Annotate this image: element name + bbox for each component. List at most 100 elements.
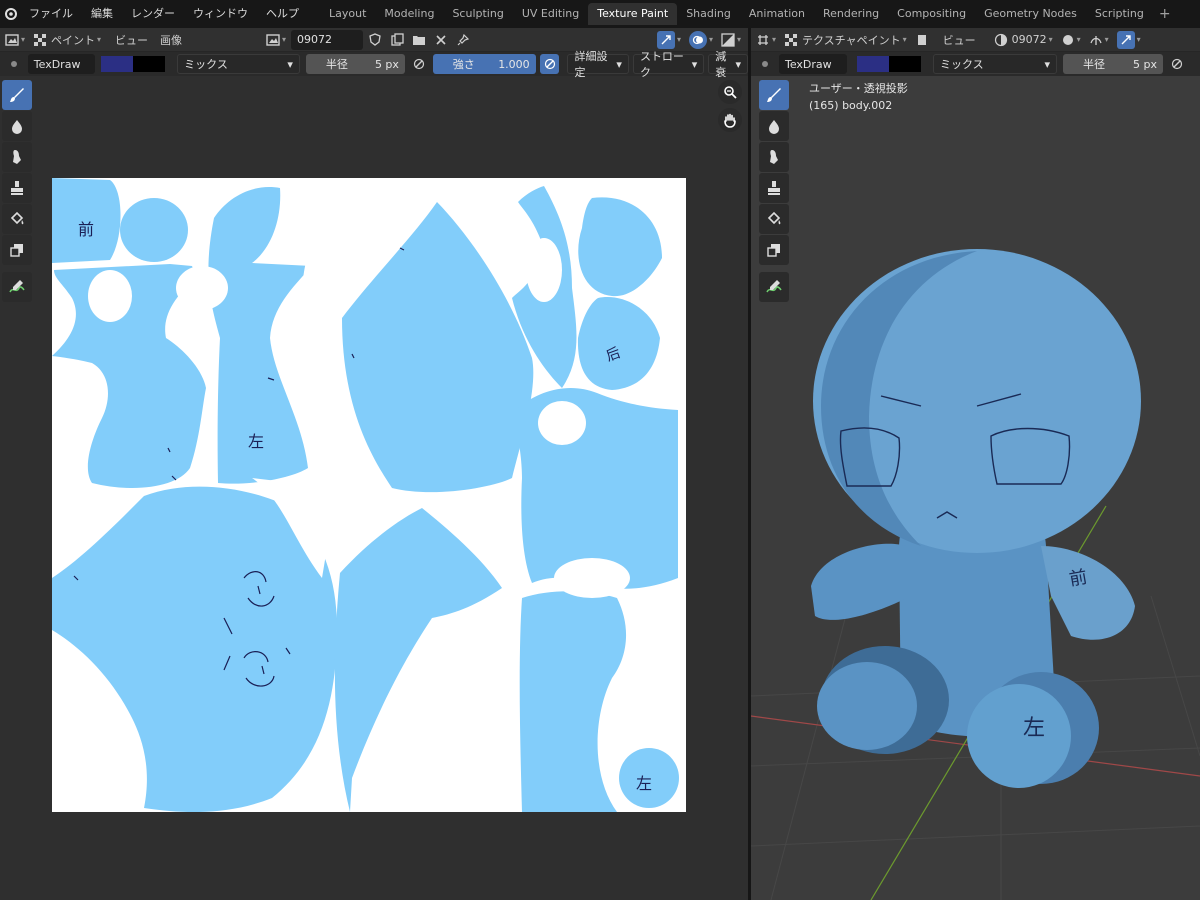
- symmetry-dropdown[interactable]: ▾: [1086, 30, 1112, 50]
- tool-clone[interactable]: [759, 173, 789, 203]
- chevron-down-icon: ▾: [772, 35, 777, 44]
- secondary-color-swatch[interactable]: [133, 56, 166, 72]
- duplicate-image-icon[interactable]: [387, 30, 407, 50]
- radius-pressure-icon[interactable]: [409, 54, 429, 74]
- soften-drop-icon: [769, 120, 779, 134]
- pan-button[interactable]: [718, 108, 742, 132]
- canvas-square-icon[interactable]: [912, 30, 932, 50]
- tool-soften[interactable]: [759, 111, 789, 141]
- tool-annotate[interactable]: [2, 272, 32, 302]
- fake-user-shield-icon[interactable]: [365, 30, 385, 50]
- tab-modeling[interactable]: Modeling: [375, 3, 443, 25]
- advanced-dropdown[interactable]: 詳細設定 ▾: [567, 50, 629, 79]
- menu-image[interactable]: 画像: [157, 30, 185, 50]
- clone-stamp-icon: [768, 181, 780, 195]
- tool-fill[interactable]: [759, 204, 789, 234]
- tool-smear[interactable]: [759, 142, 789, 172]
- texture-slot-dropdown[interactable]: 09072 ▾: [991, 30, 1056, 50]
- overlay-toggle[interactable]: ▾: [686, 30, 716, 50]
- tab-compositing[interactable]: Compositing: [888, 3, 975, 25]
- symmetry-icon: [1090, 35, 1102, 45]
- menu-help[interactable]: ヘルプ: [257, 0, 308, 28]
- tab-rendering[interactable]: Rendering: [814, 3, 888, 25]
- menu-edit[interactable]: 編集: [82, 0, 122, 28]
- tab-geometry-nodes[interactable]: Geometry Nodes: [975, 3, 1086, 25]
- tool-soften[interactable]: [2, 111, 32, 141]
- menu-view[interactable]: ビュー: [112, 30, 151, 50]
- open-folder-icon[interactable]: [409, 30, 429, 50]
- active-object-label: (165) body.002: [809, 99, 893, 112]
- mode-dropdown[interactable]: ペイント ▾: [30, 30, 104, 50]
- pin-icon[interactable]: [453, 30, 473, 50]
- tool-draw[interactable]: [2, 80, 32, 110]
- texture-slot-name: 09072: [1011, 33, 1047, 46]
- texture-canvas[interactable]: 前 左 后 左: [52, 178, 686, 812]
- tab-texture-paint[interactable]: Texture Paint: [588, 3, 678, 25]
- tab-layout[interactable]: Layout: [320, 3, 375, 25]
- stroke-dropdown[interactable]: ストローク ▾: [632, 50, 705, 79]
- radius-slider[interactable]: 半径 5 px: [1063, 54, 1163, 74]
- blend-mode-dropdown[interactable]: ミックス ▾: [177, 54, 300, 74]
- display-channels-dropdown[interactable]: ▾: [718, 30, 744, 50]
- add-workspace-button[interactable]: +: [1153, 6, 1177, 22]
- strength-slider[interactable]: 強さ 1.000: [432, 54, 536, 74]
- chevron-down-icon: ▾: [1104, 35, 1109, 44]
- brush-settings-icon[interactable]: [4, 54, 24, 74]
- menu-render[interactable]: レンダー: [122, 0, 184, 28]
- tab-uv-editing[interactable]: UV Editing: [513, 3, 588, 25]
- unlink-close-icon[interactable]: [431, 30, 451, 50]
- chevron-down-icon: ▾: [1044, 57, 1050, 71]
- shading-dropdown[interactable]: ▾: [1058, 30, 1084, 50]
- image-name-field[interactable]: 09072: [291, 29, 364, 50]
- blend-mode-dropdown[interactable]: ミックス ▾: [933, 54, 1057, 74]
- primary-color-swatch[interactable]: [101, 56, 134, 72]
- falloff-dropdown[interactable]: 減衰 ▾: [708, 50, 748, 79]
- tool-draw[interactable]: [759, 80, 789, 110]
- gizmo-toggle[interactable]: ▾: [654, 30, 684, 50]
- menu-file[interactable]: ファイル: [20, 0, 82, 28]
- tool-clone[interactable]: [2, 173, 32, 203]
- blender-logo-icon[interactable]: [2, 5, 20, 23]
- tool-annotate[interactable]: [759, 272, 789, 302]
- radius-pressure-icon[interactable]: [1167, 54, 1187, 74]
- color-swatches: [857, 56, 921, 72]
- mode-label: テクスチャペイント: [802, 33, 901, 47]
- mode-dropdown[interactable]: テクスチャペイント ▾: [781, 30, 910, 50]
- secondary-color-swatch[interactable]: [889, 56, 921, 72]
- tab-shading[interactable]: Shading: [677, 3, 740, 25]
- scene-render: [751, 249, 1200, 900]
- chevron-down-icon: ▾: [1048, 35, 1053, 44]
- strength-label: 強さ: [452, 58, 475, 71]
- zoom-button[interactable]: [718, 80, 742, 104]
- chevron-down-icon: ▾: [97, 35, 102, 44]
- tool-mask[interactable]: [2, 235, 32, 265]
- workspace-tabs: Layout Modeling Sculpting UV Editing Tex…: [320, 3, 1177, 25]
- tab-animation[interactable]: Animation: [740, 3, 814, 25]
- chevron-down-icon: ▾: [902, 35, 907, 44]
- primary-color-swatch[interactable]: [857, 56, 889, 72]
- chevron-down-icon: ▾: [1076, 35, 1081, 44]
- image-browse-icon: [266, 33, 280, 46]
- gizmo-toggle[interactable]: ▾: [1114, 30, 1144, 50]
- image-nav-gizmo: [718, 80, 742, 132]
- brush-settings-icon[interactable]: [755, 54, 775, 74]
- brush-name-field[interactable]: TexDraw: [779, 54, 847, 74]
- viewport-scene[interactable]: 前 左: [751, 76, 1200, 900]
- strength-pressure-icon[interactable]: [539, 54, 560, 74]
- radius-slider[interactable]: 半径 5 px: [305, 54, 405, 74]
- brush-name-field[interactable]: TexDraw: [27, 54, 96, 74]
- model-label-foot: 左: [1023, 716, 1046, 741]
- tool-fill[interactable]: [2, 204, 32, 234]
- image-browse-button[interactable]: ▾: [263, 30, 289, 50]
- editor-type-button[interactable]: ▾: [753, 30, 779, 50]
- tab-sculpting[interactable]: Sculpting: [443, 3, 512, 25]
- tab-scripting[interactable]: Scripting: [1086, 3, 1153, 25]
- tool-mask[interactable]: [759, 235, 789, 265]
- mask-icon: [10, 244, 23, 257]
- tool-smear[interactable]: [2, 142, 32, 172]
- menu-window[interactable]: ウィンドウ: [184, 0, 257, 28]
- menu-view[interactable]: ビュー: [940, 30, 979, 50]
- editor-type-button[interactable]: ▾: [2, 30, 28, 50]
- overlay-icon: [688, 30, 707, 49]
- fill-bucket-icon: [767, 211, 781, 225]
